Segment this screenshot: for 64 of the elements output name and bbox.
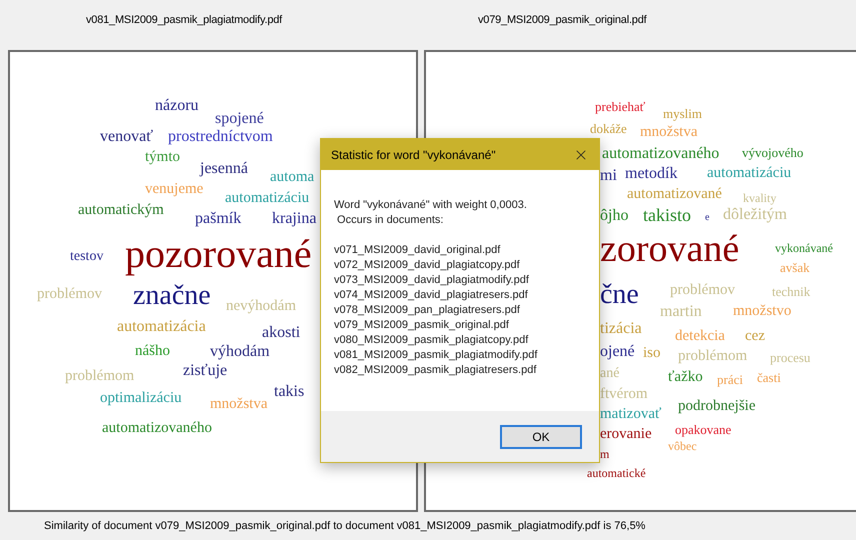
document-name: v073_MSI2009_david_plagiatmodify.pdf <box>334 273 530 288</box>
ok-button[interactable]: OK <box>500 424 582 448</box>
document-name: v081_MSI2009_pasmik_plagiatmodify.pdf <box>334 348 538 363</box>
cloud-word[interactable]: čne <box>600 281 639 309</box>
cloud-word[interactable]: pašmík <box>195 211 242 227</box>
cloud-word[interactable]: prostredníctvom <box>168 129 273 145</box>
document-name: v074_MSI2009_david_plagiatresers.pdf <box>334 288 529 303</box>
cloud-word[interactable]: takisto <box>643 206 691 224</box>
cloud-word[interactable]: automatizovaného <box>102 421 212 436</box>
cloud-word[interactable]: automatizáciu <box>707 166 792 181</box>
document-name: v071_MSI2009_david_original.pdf <box>334 243 502 258</box>
cloud-word[interactable]: automatizovaného <box>602 146 720 162</box>
cloud-word[interactable]: vykonávané <box>775 242 833 254</box>
occurs-label: Occurs in documents: <box>336 213 444 228</box>
cloud-word[interactable]: mi <box>600 168 617 184</box>
cloud-word[interactable]: akosti <box>262 325 300 341</box>
cloud-word[interactable]: dokáže <box>590 122 627 135</box>
document-name: v078_MSI2009_pan_plagiatresers.pdf <box>334 303 521 318</box>
cloud-word[interactable]: zisťuje <box>183 363 228 379</box>
dialog-title: Statistic for word "vykonávané" <box>331 148 496 162</box>
document-name: v082_MSI2009_pasmik_plagiatresers.pdf <box>334 363 538 378</box>
document-title: v079_MSI2009_pasmik_original.pdf <box>478 14 646 26</box>
cloud-word[interactable]: myslim <box>663 107 702 120</box>
cloud-word[interactable]: automatizáciu <box>225 191 310 206</box>
cloud-word[interactable]: erovanie <box>600 427 652 442</box>
document-name: v080_MSI2009_pasmik_plagiatcopy.pdf <box>334 333 530 348</box>
cloud-word[interactable]: automatickým <box>78 203 164 218</box>
cloud-word[interactable]: automatizované <box>627 187 722 202</box>
cloud-word[interactable]: ojené <box>600 344 635 360</box>
cloud-word[interactable]: týmto <box>145 150 180 165</box>
cloud-word[interactable]: venovať <box>100 129 154 145</box>
cloud-word[interactable]: krajina <box>272 211 316 227</box>
cloud-word[interactable]: iso <box>643 346 661 361</box>
cloud-word[interactable]: spojené <box>215 111 264 127</box>
document-name: v079_MSI2009_pasmik_original.pdf <box>334 318 510 333</box>
document-name: v072_MSI2009_david_plagiatcopy.pdf <box>334 258 521 273</box>
cloud-word[interactable]: pozorované <box>125 234 312 274</box>
cloud-word[interactable]: vývojového <box>742 146 804 159</box>
cloud-word[interactable]: výhodám <box>210 344 270 360</box>
cloud-word[interactable]: automatické <box>587 467 646 479</box>
status-text: Similarity of document v079_MSI2009_pasmik_original.pdf to document v081_MSI2009_pasmik_plagiatmodify.pdf is 76,5% <box>44 520 646 532</box>
cloud-word[interactable]: zorované <box>600 230 740 268</box>
cloud-word[interactable]: nášho <box>135 344 170 359</box>
cloud-word[interactable]: jesenná <box>200 161 248 177</box>
cloud-word[interactable]: ťažko <box>668 370 703 385</box>
document-title: v081_MSI2009_pasmik_plagiatmodify.pdf <box>86 14 282 26</box>
cloud-word[interactable]: m <box>600 448 610 460</box>
cloud-word[interactable]: takis <box>274 384 304 400</box>
cloud-word[interactable]: opakovane <box>675 423 732 436</box>
cloud-word[interactable]: optimalizáciu <box>100 391 182 406</box>
cloud-word[interactable]: automa <box>270 170 314 185</box>
cloud-word[interactable]: cez <box>745 329 765 344</box>
cloud-word[interactable]: testov <box>70 250 104 264</box>
cloud-word[interactable]: značne <box>133 282 211 310</box>
cloud-word[interactable]: prebiehať <box>595 100 646 113</box>
cloud-word[interactable]: ôjho <box>600 208 628 224</box>
cloud-word[interactable]: tizácia <box>600 321 642 337</box>
cloud-word[interactable]: e <box>705 213 710 223</box>
cloud-word[interactable]: názoru <box>155 98 199 114</box>
cloud-word[interactable]: podrobnejšie <box>678 399 756 414</box>
cloud-word[interactable]: automatizácia <box>117 319 206 335</box>
cloud-word[interactable]: matizovať <box>600 407 662 422</box>
weight-message: Word "vykonávané" with weight 0,0003. <box>334 198 528 213</box>
cloud-word[interactable]: metodík <box>625 166 678 182</box>
